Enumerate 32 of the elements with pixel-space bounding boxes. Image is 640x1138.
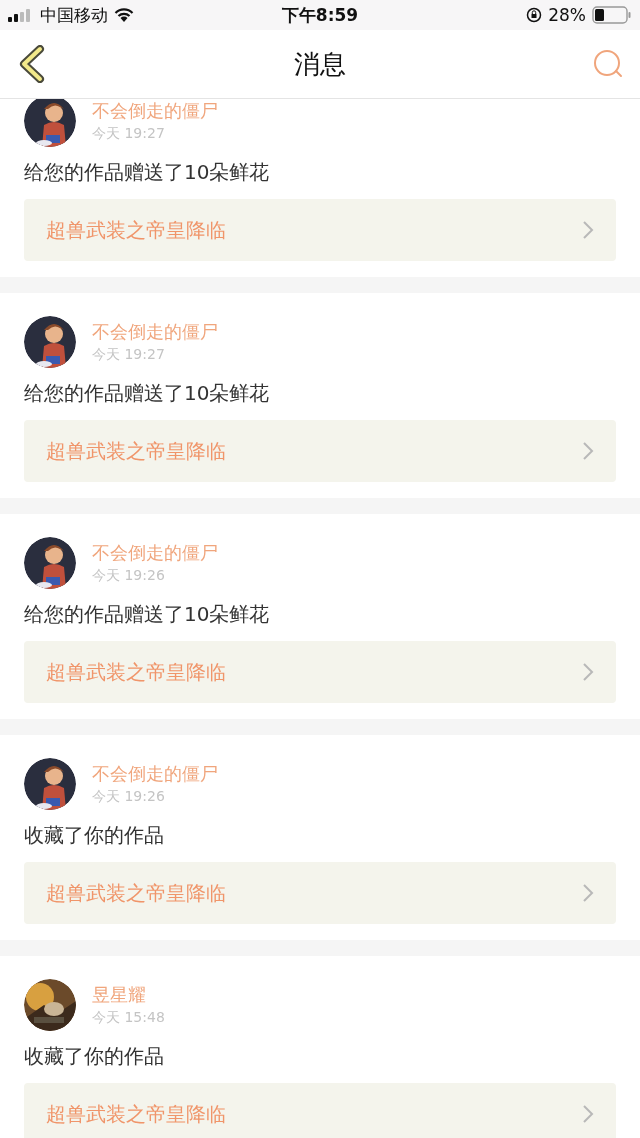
wifi-icon bbox=[114, 8, 134, 22]
clock-time: 下午8:59 bbox=[281, 3, 359, 27]
rotation-lock-icon bbox=[526, 7, 543, 23]
carrier-name: 中国移动 bbox=[40, 3, 108, 27]
message-text: 给您的作品赠送了10朵鲜花 bbox=[24, 159, 271, 186]
chevron-icon bbox=[582, 441, 594, 461]
work-link[interactable]: 超兽武装之帝皇降临 bbox=[24, 641, 616, 703]
message-time: 今天 19:26 bbox=[92, 567, 166, 585]
battery-percent: 28% bbox=[548, 5, 586, 25]
work-link[interactable]: 超兽武装之帝皇降临 bbox=[24, 199, 616, 261]
message-time: 今天 15:48 bbox=[92, 1009, 165, 1027]
user-name[interactable]: 昱星耀 bbox=[92, 983, 165, 1007]
message-text: 收藏了你的作品 bbox=[24, 822, 165, 849]
chevron-icon bbox=[582, 883, 594, 903]
work-link[interactable]: 超兽武装之帝皇降临 bbox=[24, 420, 616, 482]
message-text: 给您的作品赠送了10朵鲜花 bbox=[24, 601, 271, 628]
work-link[interactable]: 超兽武装之帝皇降临 bbox=[24, 1083, 616, 1138]
message-text: 给您的作品赠送了10朵鲜花 bbox=[24, 380, 271, 407]
chevron-icon bbox=[582, 1104, 594, 1124]
user-name[interactable]: 不会倒走的僵尸 bbox=[92, 541, 218, 565]
battery-icon bbox=[592, 6, 632, 24]
work-link[interactable]: 超兽武装之帝皇降临 bbox=[24, 862, 616, 924]
message-text: 收藏了你的作品 bbox=[24, 1043, 165, 1070]
user-name[interactable]: 不会倒走的僵尸 bbox=[92, 99, 218, 123]
user-name[interactable]: 不会倒走的僵尸 bbox=[92, 762, 218, 786]
chevron-icon bbox=[582, 662, 594, 682]
user-name[interactable]: 不会倒走的僵尸 bbox=[92, 320, 218, 344]
message-time: 今天 19:27 bbox=[92, 346, 166, 364]
chevron-icon bbox=[582, 220, 594, 240]
message-time: 今天 19:27 bbox=[92, 125, 166, 143]
page-title: 消息 bbox=[294, 47, 346, 81]
message-time: 今天 19:26 bbox=[92, 788, 166, 806]
